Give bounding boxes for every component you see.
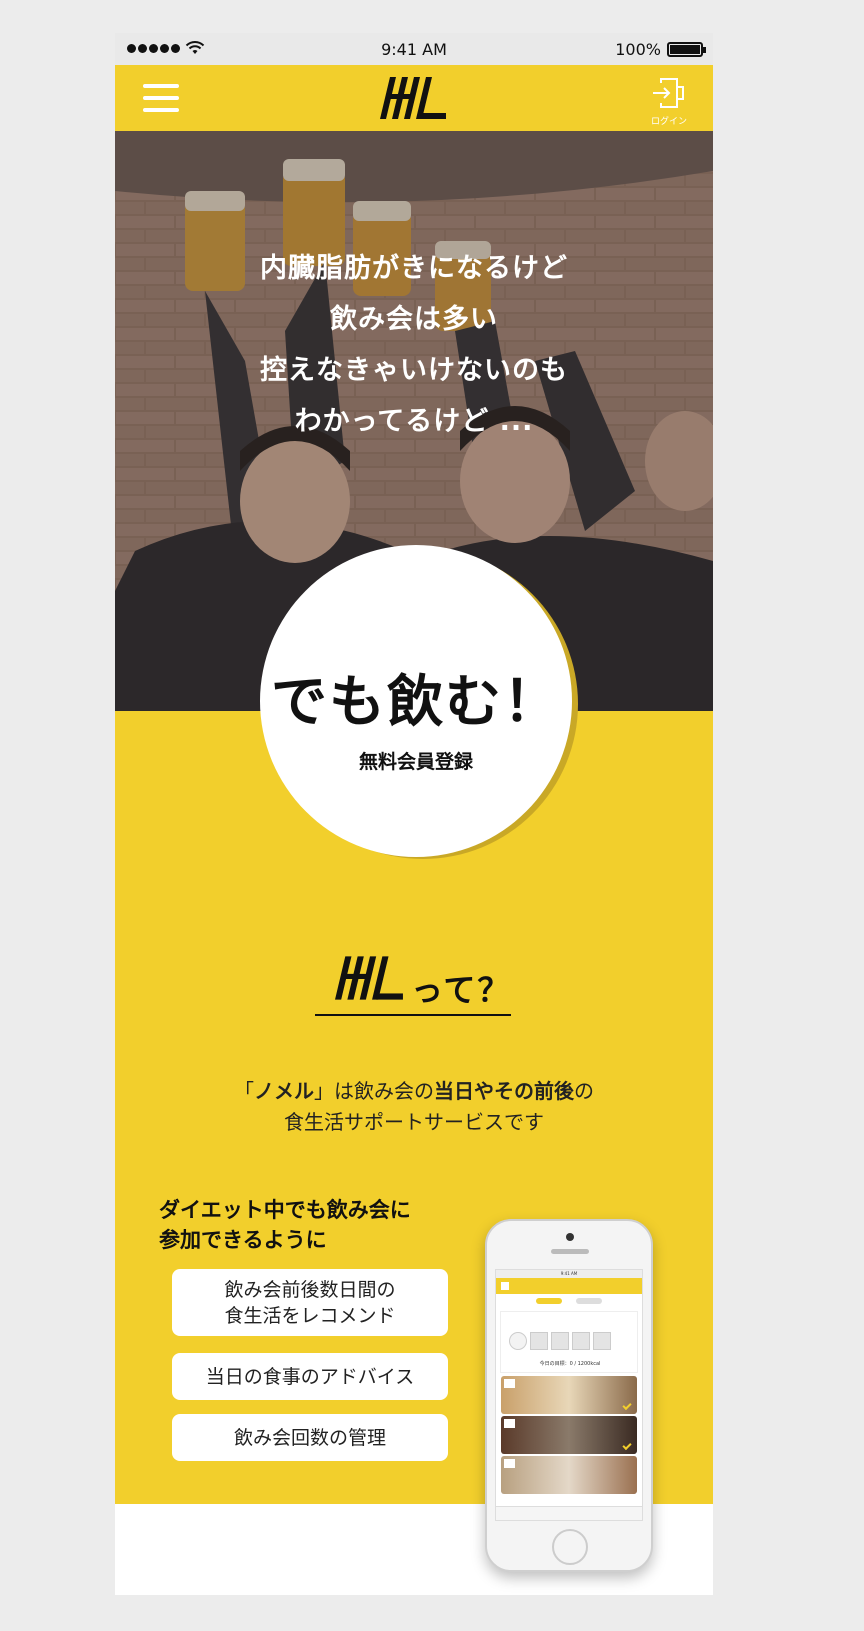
mockup-status-time: 9:41 AM bbox=[496, 1270, 642, 1278]
signup-cta-button[interactable]: でも飲む！ 無料会員登録 bbox=[260, 545, 572, 857]
cta-signup-label: 無料会員登録 bbox=[358, 751, 473, 773]
app-header: ログイン bbox=[115, 65, 713, 131]
mockup-screen: 9:41 AM 今日の目標：0 / 1200kcal bbox=[495, 1269, 643, 1521]
status-bar: 9:41 AM 100% bbox=[115, 33, 713, 65]
about-heading: って？ bbox=[315, 953, 515, 1023]
feature-recommend-button[interactable]: 飲み会前後数日間の 食生活をレコメンド bbox=[172, 1269, 448, 1336]
login-button[interactable]: ログイン bbox=[647, 77, 691, 127]
heading-underline bbox=[315, 1014, 511, 1016]
mockup-toolbar bbox=[496, 1506, 642, 1520]
mockup-target-text: 今日の目標：0 / 1200kcal bbox=[539, 1361, 601, 1367]
feature-1-line-2: 食生活をレコメンド bbox=[224, 1304, 396, 1327]
login-icon bbox=[653, 78, 684, 108]
desc-mid: は飲み会の bbox=[334, 1079, 434, 1103]
features-title: ダイエット中でも飲み会に 参加できるように bbox=[159, 1195, 411, 1255]
battery-icon bbox=[667, 42, 706, 57]
hero-line-3: 控えなきゃいけないのも bbox=[260, 355, 568, 386]
desc-close-quote: 」 bbox=[314, 1079, 334, 1103]
hero-line-1: 内臓脂肪がきになるけど bbox=[260, 253, 568, 284]
service-description: 「ノメル」は飲み会の当日やその前後の 食生活サポートサービスです bbox=[115, 1076, 713, 1138]
desc-line-2: 食生活サポートサービスです bbox=[284, 1110, 544, 1134]
mockup-meal-breakfast bbox=[501, 1376, 637, 1414]
mockup-header bbox=[496, 1278, 642, 1294]
feature-2-label: 当日の食事のアドバイス bbox=[205, 1365, 415, 1388]
phone-frame: 9:41 AM 100% ログイン 内臓脂肪がきになるけど 飲み会は多い 控えな… bbox=[115, 33, 713, 1595]
features-title-line-1: ダイエット中でも飲み会に bbox=[159, 1198, 411, 1222]
feature-3-label: 飲み会回数の管理 bbox=[233, 1426, 386, 1449]
login-label: ログイン bbox=[650, 117, 687, 127]
hero-line-2: 飲み会は多い bbox=[330, 304, 498, 335]
battery-percent: 100% bbox=[615, 40, 661, 59]
cta-main-text: でも飲む！ bbox=[271, 670, 561, 735]
speaker-grille bbox=[551, 1249, 589, 1254]
desc-strong: 当日やその前後 bbox=[434, 1079, 574, 1103]
features-title-line-2: 参加できるように bbox=[159, 1228, 327, 1252]
feature-advice-button[interactable]: 当日の食事のアドバイス bbox=[172, 1353, 448, 1400]
camera-icon bbox=[566, 1233, 574, 1241]
mockup-schedule-card: 今日の目標：0 / 1200kcal bbox=[500, 1311, 638, 1373]
mockup-tabs bbox=[496, 1294, 642, 1308]
mockup-meal-dinner bbox=[501, 1456, 637, 1494]
hero-line-4: わかってるけど ... bbox=[294, 406, 534, 437]
desc-end: の bbox=[574, 1079, 594, 1103]
mockup-day-selector bbox=[509, 1332, 611, 1350]
hero-text: 内臓脂肪がきになるけど 飲み会は多い 控えなきゃいけないのも わかってるけど .… bbox=[115, 243, 713, 447]
nomel-logo[interactable] bbox=[380, 75, 448, 121]
mockup-meal-lunch bbox=[501, 1416, 637, 1454]
feature-1-line-1: 飲み会前後数日間の bbox=[224, 1278, 396, 1301]
desc-open-quote: 「 bbox=[234, 1079, 254, 1103]
menu-hamburger-icon[interactable] bbox=[143, 84, 179, 113]
feature-manage-button[interactable]: 飲み会回数の管理 bbox=[172, 1414, 448, 1461]
desc-service-name: ノメル bbox=[254, 1079, 314, 1103]
nomel-logo-heading bbox=[335, 956, 403, 1000]
smartphone-mockup: 9:41 AM 今日の目標：0 / 1200kcal bbox=[485, 1219, 653, 1572]
home-button-icon bbox=[552, 1529, 588, 1565]
about-heading-suffix: って？ bbox=[411, 971, 512, 1009]
